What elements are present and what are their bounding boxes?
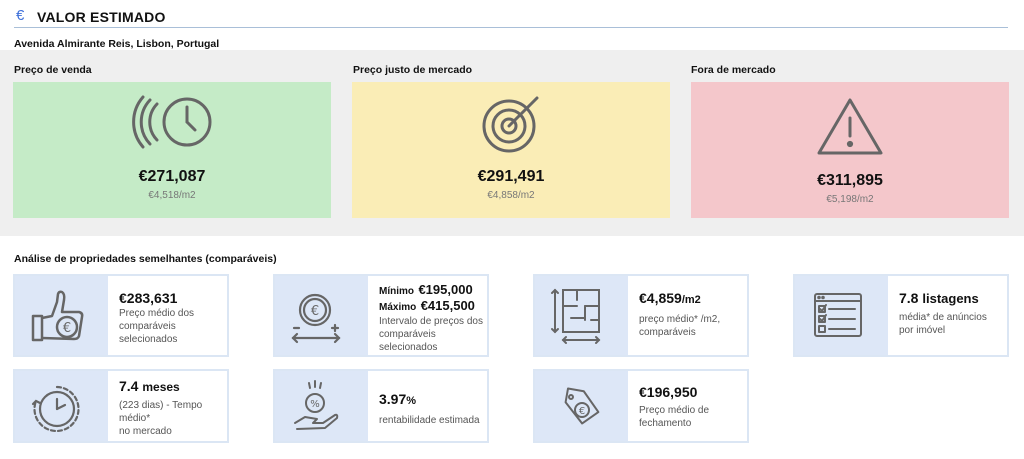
- listings-desc-1: média* de anúncios: [899, 312, 987, 323]
- sale-price-box: €271,087 €4,518/m2: [13, 82, 331, 218]
- target-icon: [482, 96, 539, 153]
- yield-desc: rentabilidade estimada: [379, 415, 480, 426]
- clock-speed-icon: [132, 95, 212, 149]
- range-desc-3: selecionados: [379, 342, 438, 353]
- out-of-market-value: €311,895: [817, 172, 883, 189]
- warning-icon: [817, 98, 883, 155]
- avg-price-value: €283,631: [119, 290, 178, 306]
- property-address: Avenida Almirante Reis, Lisbon, Portugal: [14, 38, 220, 50]
- range-desc-2: comparáveis: [379, 329, 436, 340]
- section-title: VALOR ESTIMADO: [37, 9, 166, 25]
- time-desc-3: no mercado: [119, 426, 172, 437]
- section-header: € VALOR ESTIMADO: [14, 6, 1008, 28]
- euro-icon: €: [16, 7, 25, 24]
- min-label: Mínimo: [379, 286, 414, 297]
- svg-text:%: %: [310, 399, 320, 410]
- yield-unit: %: [406, 395, 417, 407]
- sale-price-label: Preço de venda: [14, 64, 92, 76]
- fair-price-box: €291,491 €4,858/m2: [352, 82, 670, 218]
- time-value: 7.4: [119, 378, 139, 394]
- svg-text:€: €: [579, 406, 585, 417]
- sale-price-value: €271,087: [138, 168, 206, 185]
- fair-price-per-m2: €4,858/m2: [487, 190, 535, 201]
- out-of-market-box: €311,895 €5,198/m2: [691, 82, 1009, 218]
- comparable-card-price-range: € Mínimo €195,000 Máximo €415,500 Interv…: [273, 274, 489, 357]
- sale-price-per-m2: €4,518/m2: [148, 190, 196, 201]
- price-m2-desc-2: comparáveis: [639, 327, 696, 338]
- price-m2-desc-1: preço médio* /m2,: [639, 314, 721, 325]
- range-desc-1: Intervalo de preços dos: [379, 316, 483, 327]
- avg-price-desc-3: selecionados: [119, 334, 178, 345]
- timer-icon: [31, 385, 80, 433]
- closing-price-value: €196,950: [639, 384, 698, 400]
- percent-hand-icon: %: [294, 380, 339, 430]
- avg-price-desc-2: comparáveis: [119, 321, 176, 332]
- out-of-market-per-m2: €5,198/m2: [826, 194, 874, 205]
- comparable-card-yield: % 3.97% rentabilidade estimada: [273, 369, 489, 443]
- listings-icon: [814, 293, 862, 337]
- time-desc-2: médio*: [119, 413, 151, 424]
- thumbs-up-icon: €: [31, 290, 84, 342]
- comparable-card-avg-price: € €283,631 Preço médio dos comparáveis s…: [13, 274, 229, 357]
- coin-range-icon: €: [291, 293, 341, 344]
- floor-plan-icon: [551, 288, 601, 344]
- closing-price-desc-2: fechamento: [639, 418, 692, 429]
- max-value: €415,500: [420, 298, 475, 313]
- fair-price-value: €291,491: [477, 168, 545, 185]
- fair-price-label: Preço justo de mercado: [353, 64, 473, 76]
- time-unit: meses: [142, 380, 180, 394]
- svg-text:€: €: [63, 321, 71, 336]
- comparables-title: Análise de propriedades semelhantes (com…: [14, 253, 277, 265]
- svg-text:€: €: [311, 304, 319, 319]
- price-m2-unit: /m2: [681, 294, 701, 306]
- comparable-card-closing-price: € €196,950 Preço médio de fechamento: [533, 369, 749, 443]
- price-tag-icon: €: [564, 387, 600, 425]
- avg-price-desc-1: Preço médio dos: [119, 308, 195, 319]
- yield-value: 3.97: [379, 391, 407, 407]
- listings-unit: listagens: [922, 291, 979, 306]
- price-m2-value: €4,859: [639, 290, 682, 306]
- time-desc-1: (223 dias) - Tempo: [119, 400, 203, 411]
- listings-desc-2: por imóvel: [899, 325, 946, 336]
- closing-price-desc-1: Preço médio de: [639, 405, 710, 416]
- comparable-card-price-m2: €4,859/m2 preço médio* /m2, comparáveis: [533, 274, 749, 357]
- max-label: Máximo: [379, 302, 417, 313]
- min-value: €195,000: [418, 282, 473, 297]
- out-of-market-label: Fora de mercado: [691, 64, 776, 76]
- comparable-card-time-on-market: 7.4 meses (223 dias) - Tempo médio* no m…: [13, 369, 229, 443]
- comparable-card-listings: 7.8 listagens média* de anúncios por imó…: [793, 274, 1009, 357]
- listings-value: 7.8: [899, 290, 919, 306]
